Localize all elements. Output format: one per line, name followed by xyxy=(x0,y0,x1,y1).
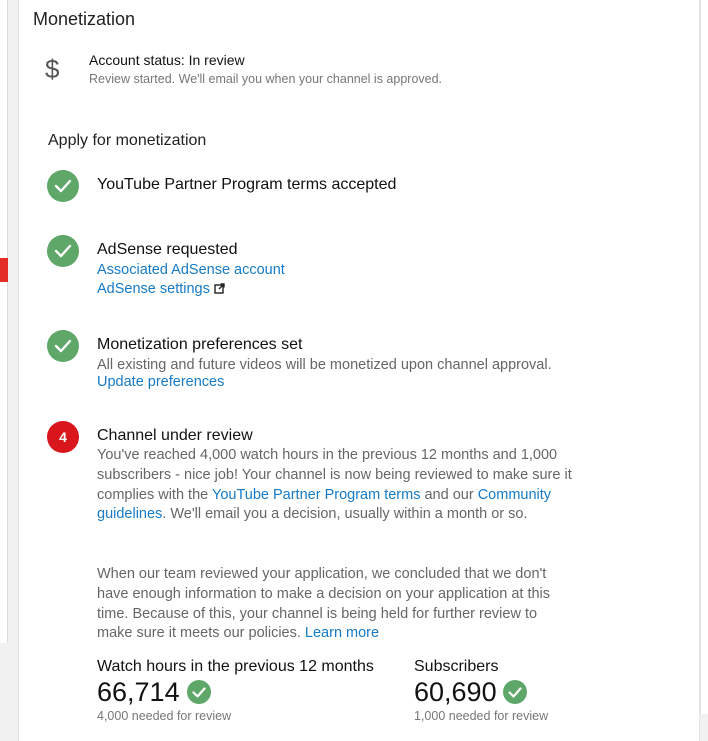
watch-hours-label: Watch hours in the previous 12 months xyxy=(97,658,374,675)
update-preferences-link[interactable]: Update preferences xyxy=(97,374,224,390)
review-text-part: and our xyxy=(420,486,478,503)
step-preferences-title: Monetization preferences set xyxy=(97,336,303,353)
step-terms-title: YouTube Partner Program terms accepted xyxy=(97,176,397,193)
step-adsense-title: AdSense requested xyxy=(97,241,238,258)
active-nav-indicator xyxy=(0,258,8,282)
dollar-icon: $ xyxy=(45,54,60,84)
step-number-badge: 4 xyxy=(47,421,79,453)
subscribers-label: Subscribers xyxy=(414,658,499,675)
check-icon xyxy=(47,330,79,362)
subscribers-value: 60,690 xyxy=(414,677,497,707)
check-icon xyxy=(47,170,79,202)
associated-adsense-link[interactable]: Associated AdSense account xyxy=(97,262,285,278)
monetization-card: Monetization $ Account status: In review… xyxy=(18,0,700,741)
account-status: Account status: In review xyxy=(89,52,245,68)
page-title: Monetization xyxy=(33,9,136,29)
partner-program-terms-link[interactable]: YouTube Partner Program terms xyxy=(212,487,420,503)
step-preferences-description: All existing and future videos will be m… xyxy=(97,357,552,373)
account-status-detail: Review started. We'll email you when you… xyxy=(89,72,443,86)
watch-hours-value: 66,714 xyxy=(97,677,180,707)
adsense-settings-label: AdSense settings xyxy=(97,281,210,297)
external-link-icon xyxy=(214,282,225,298)
subscribers-requirement: 1,000 needed for review xyxy=(414,709,549,723)
check-icon xyxy=(47,235,79,267)
watch-hours-requirement: 4,000 needed for review xyxy=(97,709,232,723)
check-icon xyxy=(187,680,211,704)
learn-more-link[interactable]: Learn more xyxy=(305,625,379,641)
further-review-paragraph: When our team reviewed your application,… xyxy=(97,565,572,644)
adsense-settings-link[interactable]: AdSense settings xyxy=(97,281,225,298)
step-review-title: Channel under review xyxy=(97,427,253,444)
check-icon xyxy=(503,680,527,704)
review-text-part: . We'll email you a decision, usually wi… xyxy=(162,506,528,523)
left-sidebar-edge xyxy=(0,0,8,643)
review-paragraph: You've reached 4,000 watch hours in the … xyxy=(97,446,572,525)
right-panel-edge xyxy=(700,0,708,714)
apply-heading: Apply for monetization xyxy=(48,132,207,149)
